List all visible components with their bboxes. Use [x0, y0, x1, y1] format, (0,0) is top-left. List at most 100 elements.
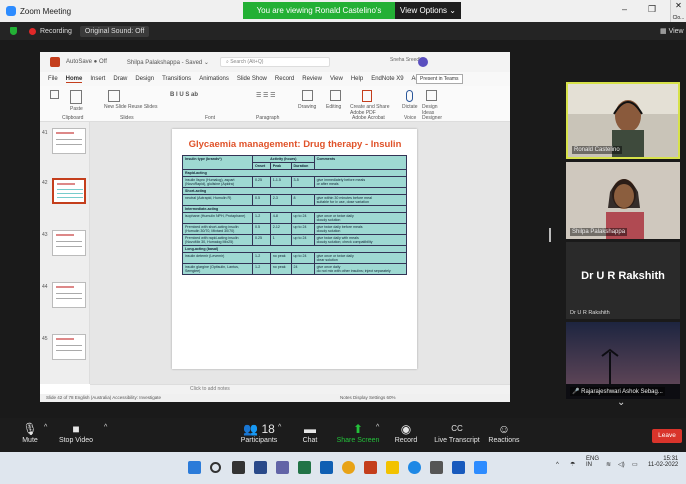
design-ideas-icon[interactable]	[426, 90, 437, 101]
powerpoint-icon[interactable]	[364, 461, 377, 474]
zoom-icon[interactable]	[474, 461, 487, 474]
present-in-teams-button[interactable]: Present in Teams	[416, 74, 463, 84]
table-body: Rapid-acting insulin lispro (Humalog), as…	[182, 169, 408, 275]
gallery-tile[interactable]: Shilpa Palakshappa	[566, 162, 680, 239]
word-icon[interactable]	[452, 461, 465, 474]
reactions-button[interactable]: ☺ Reactions	[476, 421, 532, 444]
view-menu[interactable]: ▦ View	[660, 27, 684, 35]
gallery-tile[interactable]: Ronald Castelino	[566, 82, 680, 159]
store-icon[interactable]	[430, 461, 443, 474]
menu-home[interactable]: Home	[65, 76, 83, 83]
gallery-tile[interactable]: 🎤 Rajarajeshwari Ashok Sebag...	[566, 322, 680, 399]
notes-pane[interactable]: Click to add notes	[90, 384, 510, 394]
language-indicator[interactable]: ENG IN	[586, 456, 599, 468]
undo-icon[interactable]	[50, 90, 59, 99]
menu-insert[interactable]: Insert	[90, 76, 105, 82]
table-cell: 2-3	[269, 194, 292, 206]
menu-view[interactable]: View	[330, 76, 343, 82]
ribbon-clipboard-label: Clipboard	[62, 115, 84, 121]
panel-resize-handle[interactable]	[549, 228, 551, 242]
slide-thumbnail[interactable]	[52, 128, 86, 154]
original-sound-toggle[interactable]: Original Sound: Off	[79, 25, 150, 37]
microphone-icon[interactable]	[406, 90, 413, 102]
ppt-search-input[interactable]: ⌕ Search (Alt+Q)	[220, 57, 330, 67]
mute-options-chevron-icon[interactable]: ^	[44, 424, 47, 431]
menu-design[interactable]: Design	[135, 76, 154, 82]
table-cell: 3-5	[290, 176, 315, 188]
menu-record[interactable]: Record	[275, 76, 294, 82]
table-cell: up to 24	[290, 223, 315, 235]
slide-thumbnail[interactable]	[52, 282, 86, 308]
paragraph-buttons[interactable]: ☰ ☰ ☰	[256, 92, 275, 99]
slide-thumbnail[interactable]	[52, 230, 86, 256]
shared-screen[interactable]: AutoSave ● Off Shilpa Palakshappa - Save…	[40, 52, 510, 402]
battery-icon[interactable]: ▭	[632, 461, 638, 468]
clock[interactable]: 15:31 11-02-2022	[648, 456, 678, 468]
table-section-label: Long-acting (basal)	[182, 245, 407, 253]
slide-thumbnail-selected[interactable]	[52, 178, 86, 204]
zoom-logo-icon	[6, 6, 16, 16]
ribbon-paragraph-label: Paragraph	[256, 115, 280, 121]
file-explorer-icon[interactable]	[386, 461, 399, 474]
chrome-icon[interactable]	[342, 461, 355, 474]
paste-icon[interactable]	[70, 90, 82, 104]
menu-slide-show[interactable]: Slide Show	[237, 76, 267, 82]
mail-icon[interactable]	[320, 461, 333, 474]
table-cell: give once or twice daily clear solution	[313, 252, 408, 264]
ribbon-dictate-label: Dictate	[402, 104, 418, 110]
editing-icon[interactable]	[330, 90, 341, 101]
excel-icon[interactable]	[298, 461, 311, 474]
gallery-tile[interactable]: Dr U R Rakshith Dr U R Rakshith	[566, 242, 680, 319]
table-cell: 0.5	[252, 194, 271, 206]
table-cell: insulin glargine (Optisulin, Lantus, Sem…	[182, 263, 253, 275]
zoom-window: Zoom Meeting You are viewing Ronald Cast…	[0, 0, 686, 484]
menu-transitions[interactable]: Transitions	[162, 76, 191, 82]
close-tooltip: Clo...	[672, 15, 685, 21]
menu-endnote[interactable]: EndNote X9	[371, 76, 403, 82]
view-options-button[interactable]: View Options ⌄	[395, 2, 461, 19]
adobe-pdf-icon[interactable]	[362, 90, 372, 102]
maximize-button[interactable]: ❒	[648, 4, 656, 15]
close-button[interactable]: ✕ Clo...	[670, 0, 686, 22]
comment-line: suitable for iv use, dose variation	[316, 200, 369, 204]
gallery-next-chevron-icon[interactable]: ⌄	[617, 397, 625, 408]
windows-start-icon[interactable]	[188, 461, 201, 474]
slide-title: Glycaemia management: Drug therapy - Ins…	[188, 139, 402, 150]
font-format-buttons[interactable]: B I U S ab	[170, 92, 198, 98]
leave-button[interactable]: Leave	[652, 429, 682, 443]
menu-animations[interactable]: Animations	[199, 76, 229, 82]
current-slide[interactable]: Glycaemia management: Drug therapy - Ins…	[172, 129, 417, 369]
wifi-icon[interactable]: ≋	[606, 461, 611, 468]
avatar[interactable]	[418, 57, 428, 67]
slide-thumbnail[interactable]	[52, 334, 86, 360]
menu-file[interactable]: File	[48, 76, 58, 82]
menu-review[interactable]: Review	[302, 76, 322, 82]
drawing-icon[interactable]	[302, 90, 313, 101]
table-section-row: Intermediate-acting	[182, 205, 407, 213]
edge-icon[interactable]	[408, 461, 421, 474]
share-options-chevron-icon[interactable]: ^	[376, 424, 379, 431]
table-cell: give immediately before meals or after me…	[313, 176, 408, 188]
video-options-chevron-icon[interactable]: ^	[104, 424, 107, 431]
minimize-button[interactable]: –	[622, 4, 627, 14]
document-title[interactable]: Shilpa Palakshappa - Saved ⌄	[127, 59, 209, 66]
volume-icon[interactable]: ◁)	[618, 461, 625, 468]
participant-name: Ronald Castelino	[572, 146, 622, 154]
teams-icon[interactable]	[276, 461, 289, 474]
recording-label[interactable]: Recording	[40, 28, 72, 35]
menu-draw[interactable]: Draw	[113, 76, 127, 82]
weather-icon[interactable]: ☂	[570, 461, 575, 468]
stop-video-button[interactable]: ■ Stop Video	[48, 421, 104, 444]
menu-help[interactable]: Help	[351, 76, 363, 82]
widgets-icon[interactable]	[254, 461, 267, 474]
insulin-table: Insulin type (brands*) Activity (hours) …	[182, 155, 408, 275]
table-cell: no peak	[269, 263, 292, 275]
task-view-icon[interactable]	[232, 461, 245, 474]
autosave-toggle[interactable]: AutoSave ● Off	[66, 59, 107, 65]
shield-icon[interactable]	[10, 27, 17, 35]
participants-options-chevron-icon[interactable]: ^	[278, 424, 281, 431]
table-section-row: Long-acting (basal)	[182, 245, 407, 253]
tray-chevron-icon[interactable]: ^	[556, 462, 559, 468]
new-slide-icon[interactable]	[108, 90, 120, 102]
search-icon[interactable]	[210, 462, 221, 473]
